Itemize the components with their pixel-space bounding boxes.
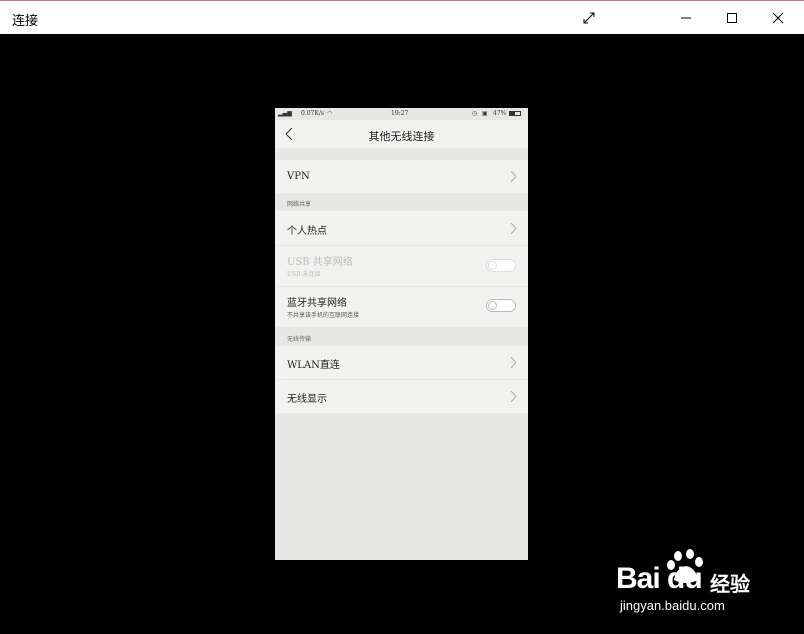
vpn-label: VPN <box>287 171 310 182</box>
vpn-item[interactable]: VPN <box>275 160 528 193</box>
usb-tethering-label: USB 共享网络 <box>287 257 353 268</box>
baidu-logo-text: Bai du <box>616 562 703 595</box>
hotspot-label: 个人热点 <box>287 226 327 237</box>
minimize-icon <box>681 17 691 19</box>
chevron-right-icon <box>510 171 516 182</box>
bluetooth-tethering-sub: 不共享该手机的互联网连接 <box>287 312 360 319</box>
usb-tethering-sub: USB 未连接 <box>287 271 321 278</box>
spacer <box>275 148 528 160</box>
wireless-display-label: 无线显示 <box>287 394 327 405</box>
usb-tethering-toggle <box>486 259 516 272</box>
page-title: 其他无线连接 <box>368 130 435 143</box>
close-icon <box>772 12 784 24</box>
network-speed: 0.07K/s <box>301 110 324 117</box>
maximize-button[interactable] <box>709 1 755 35</box>
wlan-direct-item[interactable]: WLAN直连 <box>275 346 528 379</box>
wireless-display-item[interactable]: 无线显示 <box>275 380 528 413</box>
phone-screen: ▂▄▆ 0.07K/s ◠ 19:27 ◷ ▣ 47% 其他无线连接 VPN 网… <box>275 108 528 560</box>
maximize-icon <box>727 13 737 23</box>
status-bar: ▂▄▆ 0.07K/s ◠ 19:27 ◷ ▣ 47% <box>275 108 528 120</box>
bluetooth-tethering-toggle[interactable] <box>486 299 516 312</box>
minimize-button[interactable] <box>663 1 709 35</box>
nfc-icon: ▣ <box>482 110 488 117</box>
wifi-icon: ◠ <box>327 110 333 117</box>
wlan-direct-label: WLAN直连 <box>287 360 340 371</box>
window-title: 连接 <box>12 14 39 29</box>
alarm-icon: ◷ <box>472 110 478 117</box>
close-button[interactable] <box>755 1 801 35</box>
section-header-sharing: 网络共享 <box>287 201 312 208</box>
watermark-url: jingyan.baidu.com <box>620 598 725 613</box>
section-header-wireless: 无线传输 <box>287 336 312 343</box>
signal-icon: ▂▄▆ <box>278 110 292 117</box>
chevron-right-icon <box>510 223 516 234</box>
battery-percent: 47% <box>493 110 507 117</box>
hotspot-item[interactable]: 个人热点 <box>275 211 528 245</box>
bluetooth-tethering-item[interactable]: 蓝牙共享网络 不共享该手机的互联网连接 <box>275 287 528 327</box>
battery-icon <box>509 111 521 116</box>
jingyan-text: 经验 <box>710 572 750 596</box>
chevron-right-icon <box>510 391 516 402</box>
expand-icon <box>583 12 595 24</box>
baidu-jingyan-watermark: Bai du 经验 jingyan.baidu.com <box>616 548 766 618</box>
nav-bar: 其他无线连接 <box>275 120 528 148</box>
expand-button[interactable] <box>566 1 612 35</box>
window-titlebar: 连接 <box>0 0 804 34</box>
status-time: 19:27 <box>391 110 409 117</box>
chevron-right-icon <box>510 357 516 368</box>
bluetooth-tethering-label: 蓝牙共享网络 <box>287 298 347 309</box>
usb-tethering-item: USB 共享网络 USB 未连接 <box>275 246 528 286</box>
